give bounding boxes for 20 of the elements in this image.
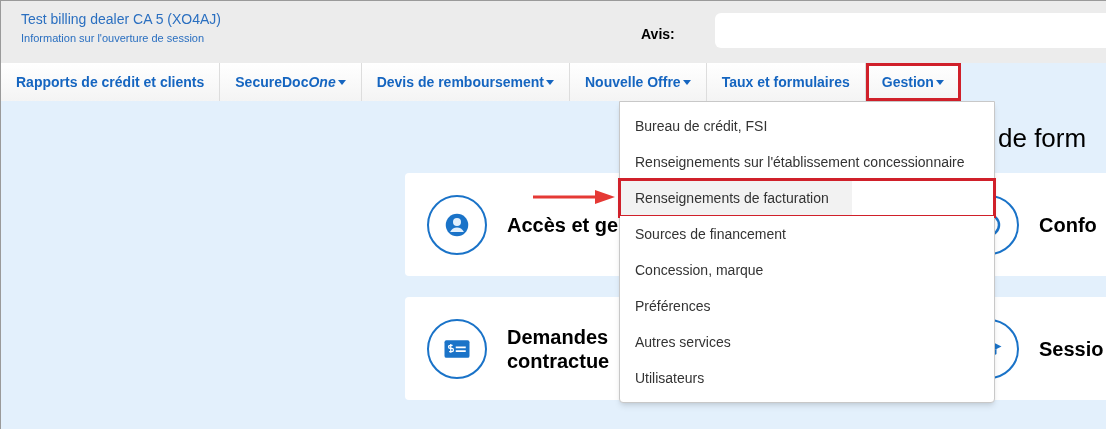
menu-item[interactable]: Concession, marque xyxy=(620,252,994,288)
menu-item[interactable]: Bureau de crédit, FSI xyxy=(620,108,994,144)
notice-label: Avis: xyxy=(641,25,676,44)
menu-item[interactable]: Sources de financement xyxy=(620,216,994,252)
menu-item[interactable]: Renseignements de facturation xyxy=(620,180,994,216)
account-name: Test billing dealer CA 5 (XO4AJ) xyxy=(21,10,222,29)
nav-tab[interactable]: Taux et formulaires xyxy=(706,63,866,101)
nav-tab[interactable]: SecureDocOne xyxy=(220,63,362,101)
nav-tab[interactable]: Rapports de crédit et clients xyxy=(1,63,221,101)
nav-tab[interactable]: Gestion xyxy=(865,63,961,101)
section-heading: de form xyxy=(998,123,1088,153)
menu-item[interactable]: Autres services xyxy=(620,324,994,360)
session-info-link[interactable]: Information sur l'ouverture de session xyxy=(21,30,641,47)
menu-item[interactable]: Renseignements sur l'établissement concessionnaire xyxy=(620,144,994,180)
card-title[interactable]: Confo xyxy=(1039,212,1106,237)
nav-tab[interactable]: Devis de remboursement xyxy=(361,63,570,101)
menu-item[interactable]: Utilisateurs xyxy=(620,360,994,396)
menu-item[interactable]: Préférences xyxy=(620,288,994,324)
nav-tab[interactable]: Nouvelle Offre xyxy=(569,63,707,101)
card-title[interactable]: Sessio xyxy=(1039,336,1106,361)
